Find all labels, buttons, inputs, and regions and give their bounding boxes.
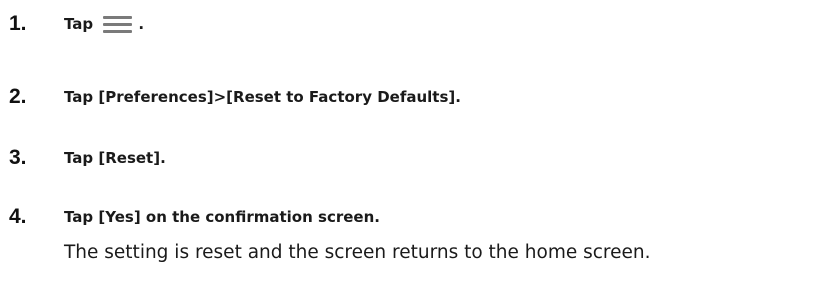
- step-number: 1.: [9, 12, 27, 35]
- instruction-page: 1. Tap . 2. Tap [Preferences]>[Reset to …: [0, 0, 826, 285]
- step-4-result: The setting is reset and the screen retu…: [0, 238, 826, 268]
- step-number: 4.: [9, 205, 27, 228]
- step-instruction-prefix: Tap: [64, 15, 94, 33]
- step-instruction-suffix: .: [138, 15, 145, 33]
- step-result-text: The setting is reset and the screen retu…: [64, 242, 651, 263]
- step-instruction: Tap [Preferences]>[Reset to Factory Defa…: [64, 88, 461, 106]
- hamburger-menu-icon: [98, 9, 138, 39]
- step-instruction: Tap [Yes] on the confirmation screen.: [64, 208, 380, 226]
- step-instruction: Tap .: [64, 9, 144, 39]
- step-3: 3. Tap [Reset].: [0, 143, 826, 173]
- step-number: 2.: [9, 85, 27, 108]
- step-instruction: Tap [Reset].: [64, 149, 166, 167]
- step-4: 4. Tap [Yes] on the confirmation screen.: [0, 202, 826, 232]
- step-2: 2. Tap [Preferences]>[Reset to Factory D…: [0, 82, 826, 112]
- step-1: 1. Tap .: [0, 9, 826, 39]
- step-number: 3.: [9, 146, 27, 169]
